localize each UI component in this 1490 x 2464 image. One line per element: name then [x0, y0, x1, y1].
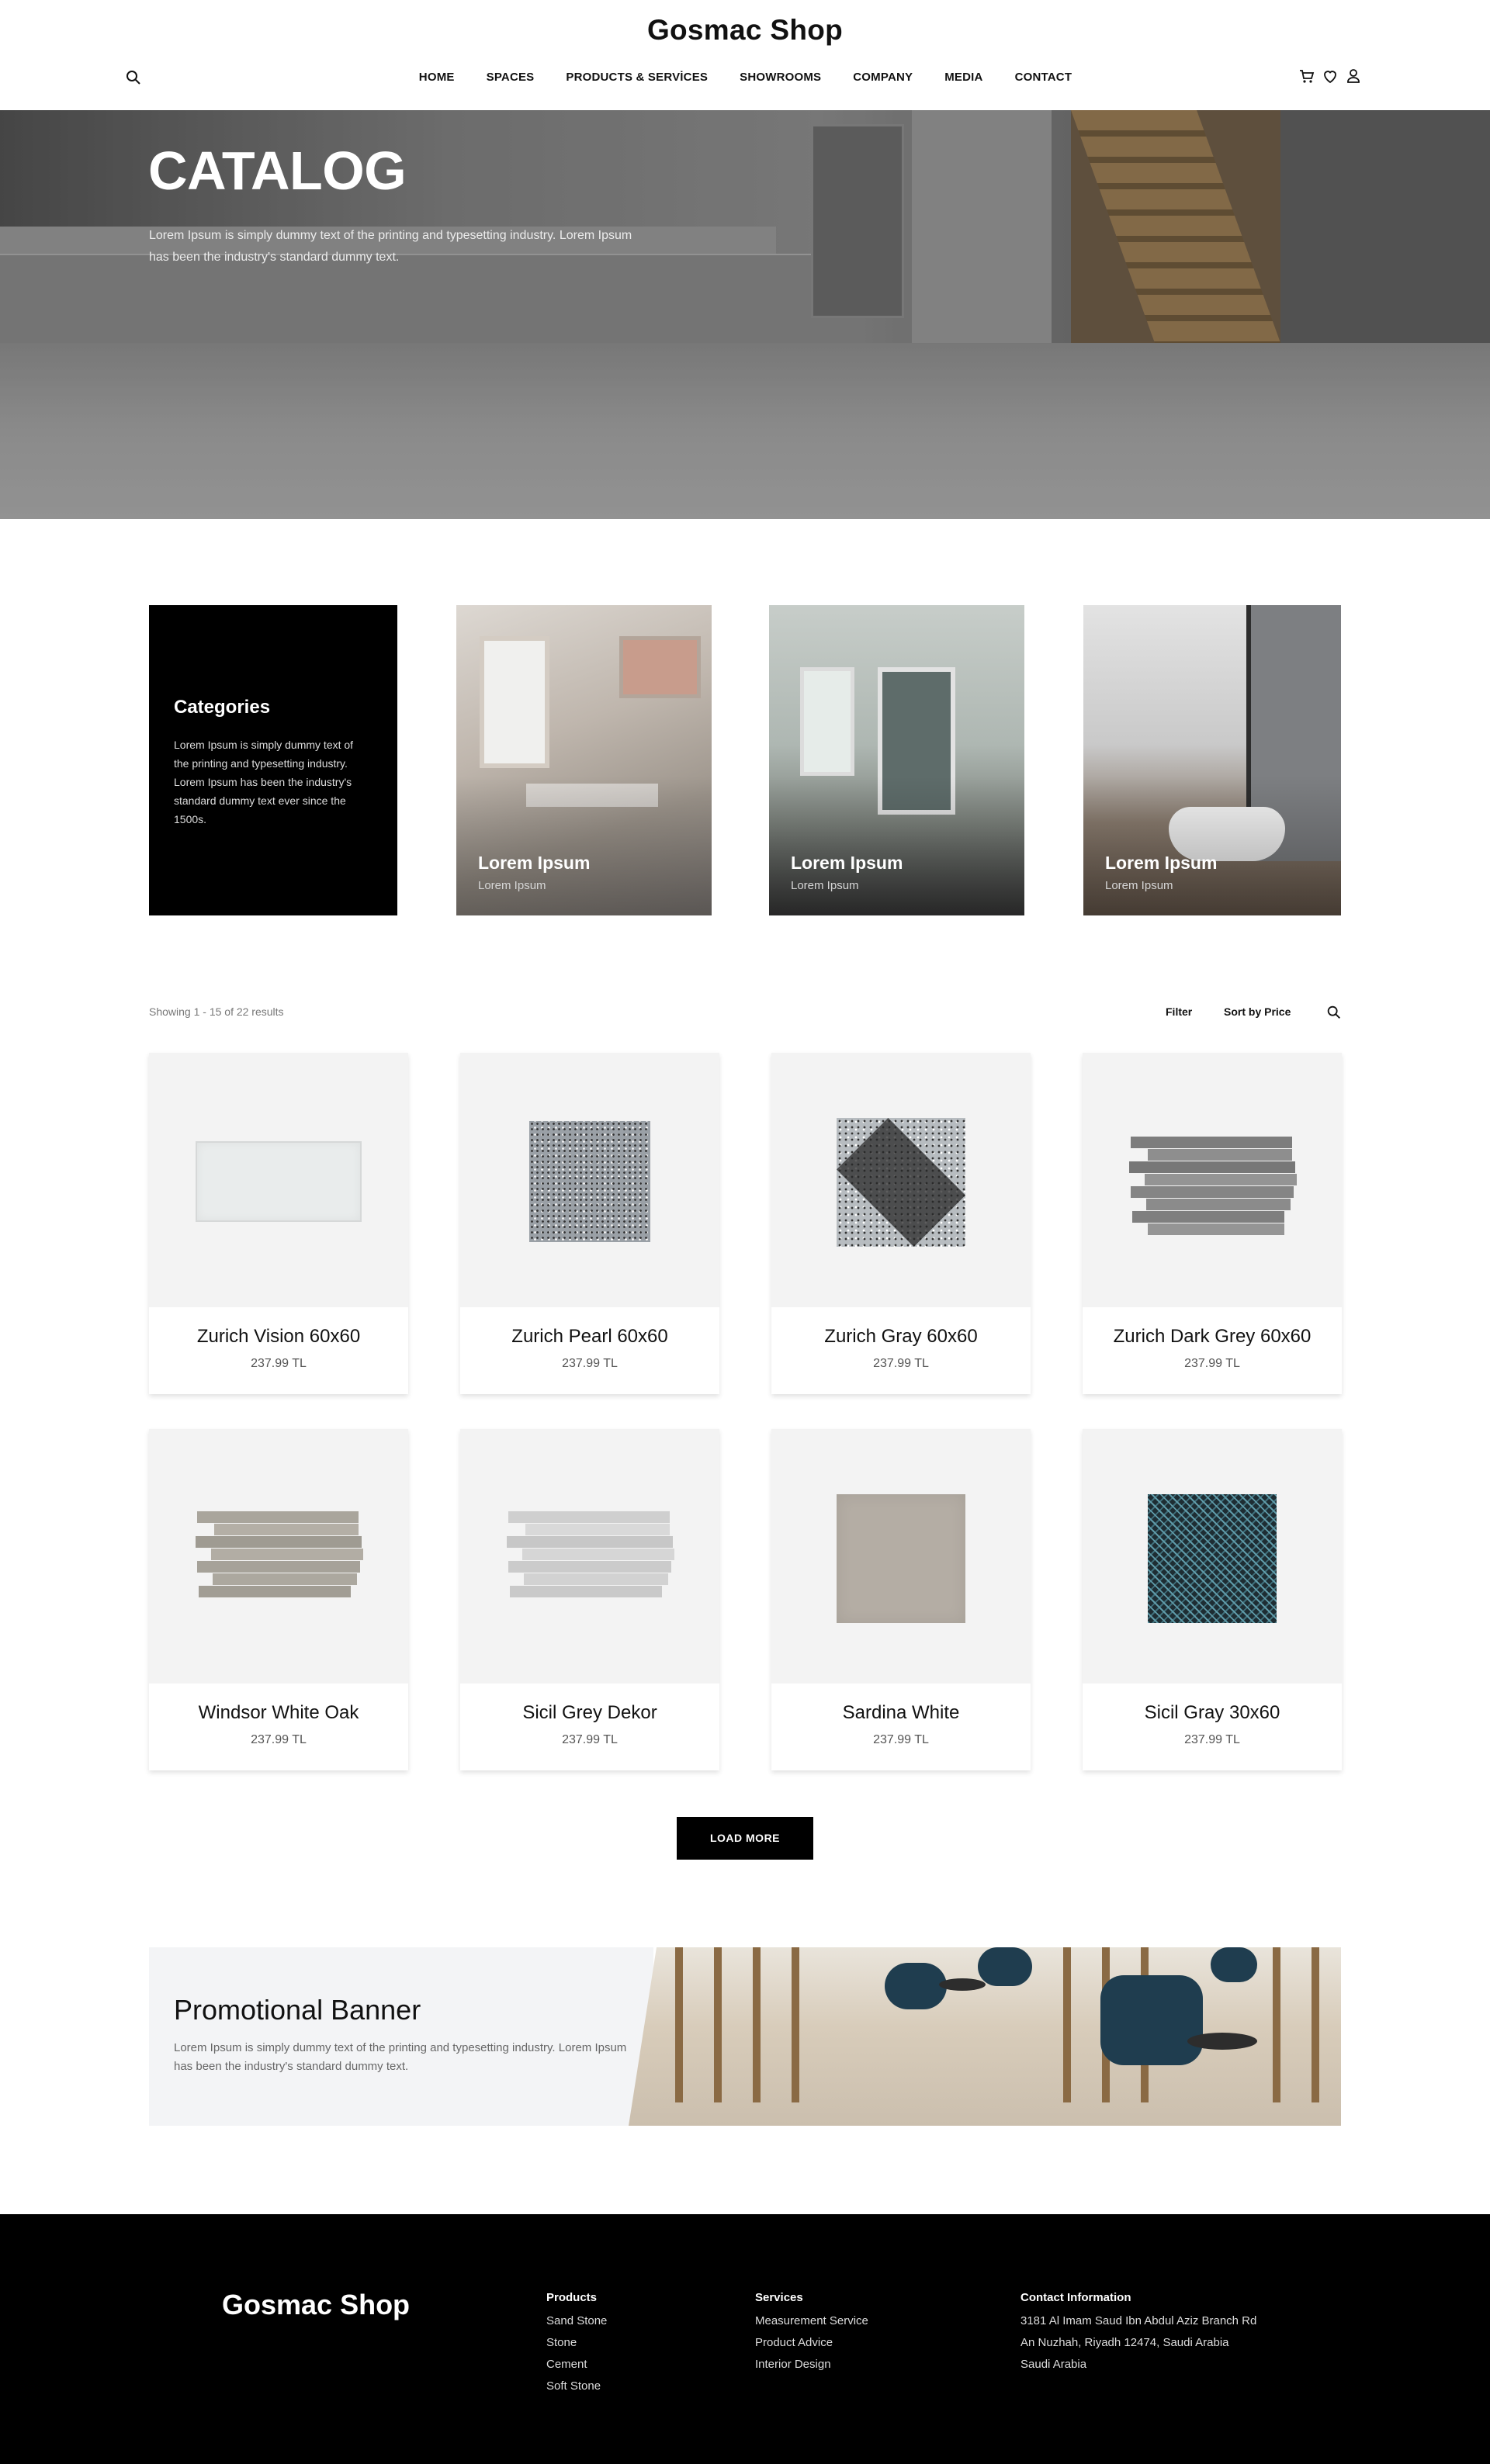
footer-brand[interactable]: Gosmac Shop	[222, 2289, 410, 2321]
category-card[interactable]: Lorem Ipsum Lorem Ipsum	[769, 605, 1024, 915]
category-card-subtitle: Lorem Ipsum	[1105, 879, 1173, 892]
product-name: Zurich Vision 60x60	[196, 1326, 361, 1347]
product-price: 237.99 TL	[562, 1733, 618, 1746]
product-price: 237.99 TL	[562, 1357, 618, 1370]
header-actions	[1298, 67, 1363, 85]
footer-address-line: Saudi Arabia	[1020, 2358, 1087, 2371]
site-footer: Gosmac Shop Products Sand Stone Stone Ce…	[0, 2214, 1490, 2464]
category-card-subtitle: Lorem Ipsum	[478, 879, 546, 892]
product-price: 237.99 TL	[251, 1357, 307, 1370]
category-card[interactable]: Lorem Ipsum Lorem Ipsum	[456, 605, 712, 915]
nav-products-services[interactable]: PRODUCTS & SERVİCES	[565, 71, 708, 84]
cart-icon[interactable]	[1298, 67, 1316, 85]
product-image	[1083, 1053, 1342, 1307]
product-name: Sicil Grey Dekor	[522, 1702, 657, 1723]
nav-media[interactable]: MEDIA	[944, 71, 982, 84]
product-price: 237.99 TL	[1184, 1733, 1240, 1746]
footer-contact: Contact Information 3181 Al Imam Saud Ib…	[1020, 2287, 1256, 2376]
sort-button[interactable]: Sort by Price	[1224, 1005, 1291, 1018]
nav-company[interactable]: COMPANY	[852, 71, 913, 84]
category-card-title: Lorem Ipsum	[1105, 853, 1218, 873]
product-name: Sardina White	[842, 1702, 960, 1723]
footer-link[interactable]: Cement	[546, 2354, 607, 2376]
category-card[interactable]: Lorem Ipsum Lorem Ipsum	[1083, 605, 1341, 915]
promo-text: Lorem Ipsum is simply dummy text of the …	[174, 2041, 627, 2073]
product-name: Zurich Dark Grey 60x60	[1113, 1326, 1312, 1347]
footer-link[interactable]: Interior Design	[755, 2354, 868, 2376]
product-image	[1083, 1429, 1342, 1684]
categories-intro: Categories Lorem Ipsum is simply dummy t…	[149, 605, 397, 915]
brand-logo[interactable]: Gosmac Shop	[0, 14, 1490, 47]
product-name: Windsor White Oak	[198, 1702, 359, 1723]
product-image	[460, 1429, 719, 1684]
product-card[interactable]: Sardina White 237.99 TL	[771, 1429, 1031, 1770]
product-name: Sicil Gray 30x60	[1144, 1702, 1280, 1723]
product-image	[771, 1053, 1031, 1307]
nav-home[interactable]: HOME	[418, 71, 455, 84]
search-icon[interactable]	[1325, 1004, 1343, 1021]
promo-title: Promotional Banner	[174, 1994, 421, 2026]
categories-text: Lorem Ipsum is simply dummy text of the …	[174, 739, 354, 825]
product-price: 237.99 TL	[873, 1357, 929, 1370]
product-card[interactable]: Zurich Pearl 60x60 237.99 TL	[460, 1053, 719, 1394]
nav-spaces[interactable]: SPACES	[486, 71, 535, 84]
category-card-title: Lorem Ipsum	[791, 853, 903, 873]
footer-contact-heading: Contact Information	[1020, 2291, 1131, 2304]
product-image	[771, 1429, 1031, 1684]
hero-description: Lorem Ipsum is simply dummy text of the …	[149, 229, 632, 264]
heart-icon[interactable]	[1321, 67, 1339, 85]
category-card-subtitle: Lorem Ipsum	[791, 879, 859, 892]
product-card[interactable]: Sicil Grey Dekor 237.99 TL	[460, 1429, 719, 1770]
product-name: Zurich Pearl 60x60	[511, 1326, 668, 1347]
footer-link[interactable]: Stone	[546, 2332, 607, 2354]
promo-banner	[149, 1947, 653, 2126]
page-title: CATALOG	[148, 140, 407, 201]
main-nav: HOME SPACES PRODUCTS & SERVİCES SHOWROOM…	[0, 71, 1490, 84]
results-count: Showing 1 - 15 of 22 results	[149, 1005, 284, 1018]
categories-title: Categories	[174, 697, 271, 718]
promo-image[interactable]	[629, 1947, 1341, 2126]
site-header: Gosmac Shop HOME SPACES PRODUCTS & SERVİ…	[0, 0, 1490, 110]
footer-services: Services Measurement Service Product Adv…	[755, 2287, 868, 2376]
product-card[interactable]: Windsor White Oak 237.99 TL	[149, 1429, 408, 1770]
footer-address-line: An Nuzhah, Riyadh 12474, Saudi Arabia	[1020, 2336, 1229, 2349]
product-card[interactable]: Zurich Dark Grey 60x60 237.99 TL	[1083, 1053, 1342, 1394]
footer-link[interactable]: Measurement Service	[755, 2310, 868, 2332]
product-image	[149, 1053, 408, 1307]
nav-showrooms[interactable]: SHOWROOMS	[739, 71, 821, 84]
product-image	[460, 1053, 719, 1307]
footer-products-heading: Products	[546, 2291, 598, 2304]
nav-contact[interactable]: CONTACT	[1014, 71, 1072, 84]
filter-button[interactable]: Filter	[1166, 1005, 1192, 1018]
product-price: 237.99 TL	[873, 1733, 929, 1746]
product-card[interactable]: Zurich Vision 60x60 237.99 TL	[149, 1053, 408, 1394]
product-name: Zurich Gray 60x60	[824, 1326, 978, 1347]
footer-address-line: 3181 Al Imam Saud Ibn Abdul Aziz Branch …	[1020, 2314, 1257, 2327]
product-price: 237.99 TL	[251, 1733, 307, 1746]
load-more-button[interactable]: LOAD MORE	[677, 1817, 813, 1860]
product-card[interactable]: Zurich Gray 60x60 237.99 TL	[771, 1053, 1031, 1394]
footer-link[interactable]: Soft Stone	[546, 2376, 607, 2397]
product-image	[149, 1429, 408, 1684]
footer-link[interactable]: Sand Stone	[546, 2310, 607, 2332]
footer-services-heading: Services	[755, 2291, 803, 2304]
user-icon[interactable]	[1344, 67, 1363, 85]
footer-products: Products Sand Stone Stone Cement Soft St…	[546, 2287, 607, 2397]
product-card[interactable]: Sicil Gray 30x60 237.99 TL	[1083, 1429, 1342, 1770]
footer-link[interactable]: Product Advice	[755, 2332, 868, 2354]
product-price: 237.99 TL	[1184, 1357, 1240, 1370]
category-card-title: Lorem Ipsum	[478, 853, 591, 873]
